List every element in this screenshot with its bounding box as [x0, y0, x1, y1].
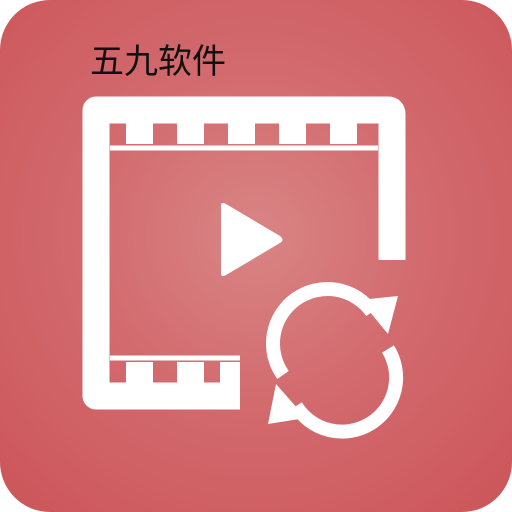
- refresh-icon: [266, 282, 404, 439]
- play-icon: [221, 202, 283, 277]
- video-convert-glyph: [82, 96, 406, 439]
- app-icon[interactable]: 五九软件: [0, 0, 512, 512]
